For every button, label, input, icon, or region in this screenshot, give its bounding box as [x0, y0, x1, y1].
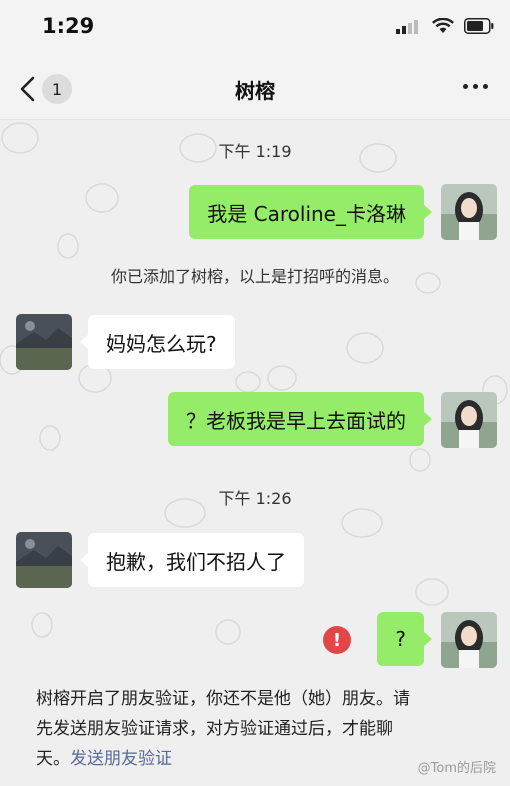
status-time: 1:29 [42, 14, 95, 38]
contact-avatar[interactable] [16, 314, 72, 370]
my-message-bubble[interactable]: ? [377, 612, 432, 666]
landscape-photo-icon [16, 532, 72, 588]
my-avatar[interactable] [441, 392, 497, 448]
my-avatar[interactable] [441, 612, 497, 668]
landscape-photo-icon [16, 314, 72, 370]
my-message-bubble[interactable]: ？老板我是早上去面试的 [168, 392, 432, 446]
contact-message-bubble[interactable]: 妈妈怎么玩? [80, 315, 235, 369]
nav-bar: 1 树榕 [0, 58, 510, 120]
send-failed-icon[interactable]: ! [323, 626, 351, 654]
chat-title: 树榕 [235, 79, 275, 103]
verify-notice-line: 天。发送朋友验证 [36, 744, 476, 774]
my-avatar[interactable] [441, 184, 497, 240]
verify-notice-line: 树榕开启了朋友验证，你还不是他（她）朋友。请 [36, 689, 410, 709]
more-options-button[interactable] [463, 84, 488, 89]
battery-icon [464, 18, 494, 34]
dot-icon [463, 84, 468, 89]
user-portrait-icon [441, 392, 497, 448]
chat-area[interactable]: 下午 1:19 我是 Caroline_卡洛琳 你已添加了树榕，以上是打招呼的消… [0, 120, 510, 786]
dot-icon [483, 84, 488, 89]
status-bar: 1:29 [0, 0, 510, 58]
contact-avatar[interactable] [16, 532, 72, 588]
status-icons [396, 18, 494, 34]
dot-icon [473, 84, 478, 89]
timestamp: 下午 1:19 [218, 142, 292, 161]
send-friend-request-link[interactable]: 发送朋友验证 [70, 749, 172, 769]
my-message-bubble[interactable]: 我是 Caroline_卡洛琳 [189, 185, 432, 239]
verify-notice-text: 天。 [36, 749, 70, 769]
verify-notice-line: 先发送朋友验证请求，对方验证通过后，才能聊 [36, 719, 393, 739]
timestamp: 下午 1:26 [218, 489, 292, 508]
contact-message-bubble[interactable]: 抱歉，我们不招人了 [80, 533, 304, 587]
user-portrait-icon [441, 184, 497, 240]
user-portrait-icon [441, 612, 497, 668]
friend-verification-notice: 树榕开启了朋友验证，你还不是他（她）朋友。请 先发送朋友验证请求，对方验证通过后… [36, 684, 476, 774]
wifi-icon [432, 18, 454, 33]
system-notice: 你已添加了树榕，以上是打招呼的消息。 [110, 267, 399, 286]
watermark: @Tom的后院 [417, 761, 496, 776]
signal-icon [396, 20, 418, 34]
